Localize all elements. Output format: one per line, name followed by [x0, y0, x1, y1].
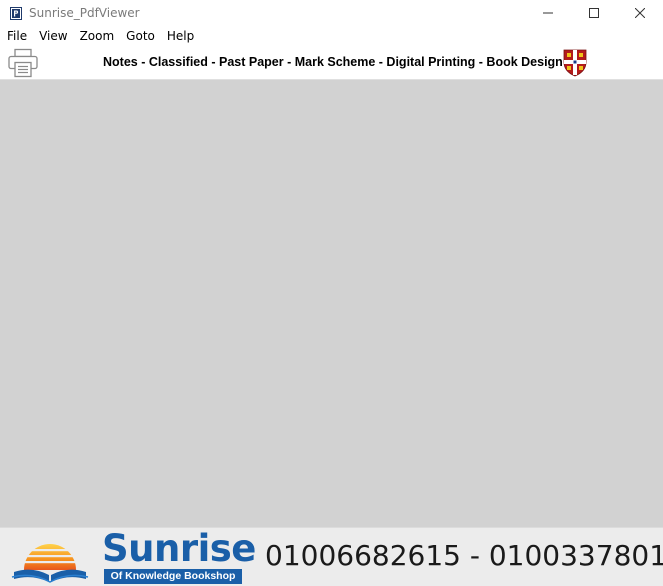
- menu-view[interactable]: View: [33, 26, 73, 47]
- menu-help[interactable]: Help: [161, 26, 200, 47]
- document-viewport[interactable]: [0, 80, 663, 527]
- brand-name: Sunrise: [102, 527, 256, 570]
- close-icon: [635, 8, 645, 18]
- printer-icon: [8, 48, 38, 78]
- menu-bar: File View Zoom Goto Help: [0, 26, 663, 47]
- toolbar: Notes - Classified - Past Paper - Mark S…: [0, 47, 663, 80]
- minimize-button[interactable]: [525, 0, 571, 26]
- window-title: Sunrise_PdfViewer: [29, 6, 140, 20]
- phone-numbers: 01006682615 - 01003378017: [265, 539, 663, 572]
- maximize-button[interactable]: [571, 0, 617, 26]
- menu-zoom[interactable]: Zoom: [74, 26, 121, 47]
- minimize-icon: [543, 12, 553, 14]
- maximize-icon: [589, 8, 599, 18]
- menu-goto[interactable]: Goto: [120, 26, 161, 47]
- pdf-viewer-icon: [9, 6, 23, 20]
- university-crest-icon: [563, 49, 587, 77]
- services-banner: Notes - Classified - Past Paper - Mark S…: [103, 55, 563, 69]
- close-button[interactable]: [617, 0, 663, 26]
- sunrise-book-logo: [11, 544, 89, 583]
- window-controls: [525, 0, 663, 26]
- menu-file[interactable]: File: [1, 26, 33, 47]
- footer-advertisement: Sunrise Of Knowledge Bookshop 0100668261…: [0, 527, 663, 586]
- print-button[interactable]: [6, 47, 40, 79]
- brand-subtitle: Of Knowledge Bookshop: [104, 569, 242, 584]
- title-bar: Sunrise_PdfViewer: [0, 0, 663, 26]
